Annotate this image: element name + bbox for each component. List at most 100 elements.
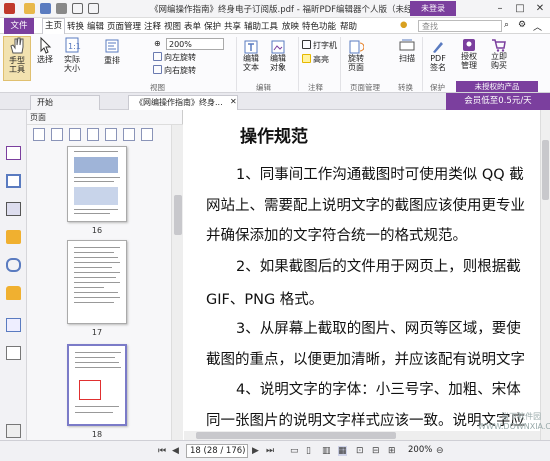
collapse-ribbon-icon[interactable]: ︿ <box>533 20 542 33</box>
properties-icon[interactable] <box>6 424 21 438</box>
menu-view[interactable]: 视图 <box>164 20 181 32</box>
rotate-left-button[interactable]: 向左旋转 <box>153 52 196 63</box>
single-page-view-icon[interactable]: ▭ <box>290 446 299 456</box>
tab-start[interactable]: 开始 <box>30 95 100 110</box>
prev-page-button[interactable]: ◀ <box>172 446 179 456</box>
save-icon[interactable] <box>40 3 51 14</box>
menu-features[interactable]: 特色功能 <box>302 20 336 32</box>
continuous-view-icon[interactable]: ▯ <box>306 446 311 456</box>
redo-icon[interactable] <box>88 3 99 14</box>
menu-comment[interactable]: 注释 <box>144 20 161 32</box>
minimize-button[interactable]: – <box>490 0 510 18</box>
fit-width-icon[interactable]: ⊟ <box>372 446 380 456</box>
close-tab-icon[interactable]: ✕ <box>230 97 237 106</box>
search-input[interactable]: 查找 <box>418 20 502 32</box>
menu-form[interactable]: 表单 <box>184 20 201 32</box>
zoom-out-button[interactable]: ⊖ <box>436 446 444 456</box>
document-line: 3、从屏幕上截取的图片、网页等区域，要使 <box>236 321 521 337</box>
menu-protect[interactable]: 保护 <box>204 20 221 32</box>
edit-text-icon <box>244 40 258 54</box>
document-line: GIF、PNG 格式。 <box>206 292 324 308</box>
lightbulb-icon[interactable]: ● <box>400 20 407 30</box>
horizontal-scrollbar[interactable] <box>184 431 540 440</box>
menu-page-manage[interactable]: 页面管理 <box>107 20 141 32</box>
thumb-tool-icon[interactable] <box>69 128 81 141</box>
thumb-tool-icon[interactable] <box>123 128 135 141</box>
next-page-button[interactable]: ▶ <box>252 446 259 456</box>
document-tab-bar: 开始 《网编操作指南》终身... ✕ 会员低至0.5元/天 <box>0 93 550 110</box>
promo-banner[interactable]: 会员低至0.5元/天 <box>446 93 550 110</box>
cart-icon <box>492 39 506 52</box>
thumb-tool-icon[interactable] <box>33 128 45 141</box>
thumbnail-highlight-box <box>79 380 101 400</box>
typewriter-button[interactable]: 打字机 <box>302 40 337 51</box>
login-button[interactable]: 未登录 <box>410 1 456 16</box>
comments-icon[interactable] <box>6 230 21 244</box>
thumb-tool-icon[interactable] <box>51 128 63 141</box>
menu-slideshow[interactable]: 放映 <box>282 20 299 32</box>
scan-button[interactable]: 扫描 <box>396 54 418 63</box>
security-lock-icon[interactable] <box>6 286 21 300</box>
reflow-button[interactable]: 重排 <box>100 56 124 65</box>
document-scrollbar[interactable] <box>540 110 550 440</box>
last-page-button[interactable]: ⏭ <box>266 446 274 456</box>
menu-accessibility[interactable]: 辅助工具 <box>244 20 278 32</box>
fit-visible-icon[interactable]: ⊞ <box>388 446 396 456</box>
thumb-tool-icon[interactable] <box>87 128 99 141</box>
page-number-input[interactable]: 18 (28 / 176) <box>186 444 248 458</box>
document-view[interactable]: 操作规范 1、同事间工作沟通截图时可使用类似 QQ 截 网站上、需要配上说明文字… <box>184 110 540 440</box>
menu-help[interactable]: 帮助 <box>340 20 357 32</box>
layers-icon[interactable] <box>6 202 21 216</box>
page-thumbnail-16[interactable] <box>67 146 127 222</box>
tab-document[interactable]: 《网编操作指南》终身... <box>128 95 238 110</box>
navigation-sidebar <box>0 110 27 450</box>
app-logo-icon <box>4 3 15 14</box>
menu-convert[interactable]: 转换 <box>67 20 84 32</box>
facing-view-icon[interactable]: ▥ <box>322 446 331 456</box>
actual-size-button[interactable]: 1:1 实际 大小 <box>60 36 84 73</box>
document-line: 截图的重点，以便更加清晰，并应该配有说明文字 <box>206 352 525 368</box>
panel-title: 页面 <box>27 110 183 125</box>
zoom-in-icon[interactable]: ⊕ <box>154 39 161 49</box>
page-view-icon[interactable] <box>6 146 21 160</box>
menu-share[interactable]: 共享 <box>224 20 241 32</box>
page-thumbnail-18[interactable] <box>67 344 127 426</box>
open-icon[interactable] <box>24 3 35 14</box>
continuous-facing-view-icon[interactable]: ▦ <box>338 446 347 456</box>
page-number-16: 16 <box>91 226 103 235</box>
divider <box>236 37 237 91</box>
form-fields-icon[interactable] <box>6 318 21 332</box>
actual-size-icon: 1:1 <box>65 37 81 53</box>
menu-edit[interactable]: 编辑 <box>87 20 104 32</box>
zoom-level[interactable]: 200% <box>408 445 432 455</box>
thumb-tool-icon[interactable] <box>141 128 153 141</box>
page-number-18: 18 <box>91 430 103 439</box>
menu-home[interactable]: 主页 <box>42 18 66 34</box>
print-icon[interactable] <box>56 3 67 14</box>
attachments-icon[interactable] <box>6 346 21 360</box>
panel-scrollbar[interactable] <box>171 125 183 440</box>
highlight-button[interactable]: 高亮 <box>302 54 329 65</box>
hand-tool-button[interactable]: 手型 工具 <box>3 36 31 81</box>
cursor-icon <box>40 36 52 54</box>
search-icon[interactable]: ⌕ <box>504 20 509 30</box>
settings-icon[interactable]: ⚙ <box>518 20 526 30</box>
pages-icon[interactable] <box>6 174 21 188</box>
first-page-button[interactable]: ⏮ <box>158 446 166 456</box>
zoom-select[interactable]: 200% <box>166 38 224 50</box>
maximize-button[interactable]: □ <box>510 0 530 18</box>
rotate-right-button[interactable]: 向右旋转 <box>153 65 196 76</box>
divider <box>340 37 341 91</box>
menu-file[interactable]: 文件 <box>4 18 34 34</box>
document-line: 4、说明文字的字体：小三号字、加粗、宋体 <box>236 382 521 398</box>
select-button[interactable]: 选择 <box>34 36 56 64</box>
svg-text:1:1: 1:1 <box>68 42 81 51</box>
link-icon[interactable] <box>6 258 21 272</box>
unlicensed-label: 未授权的产品 <box>456 81 538 92</box>
close-button[interactable]: ✕ <box>530 0 550 18</box>
page-thumbnail-17[interactable] <box>67 240 127 324</box>
fit-page-icon[interactable]: ⊡ <box>356 446 364 456</box>
thumb-tool-icon[interactable] <box>105 128 117 141</box>
undo-icon[interactable] <box>72 3 83 14</box>
page-number-17: 17 <box>91 328 103 337</box>
